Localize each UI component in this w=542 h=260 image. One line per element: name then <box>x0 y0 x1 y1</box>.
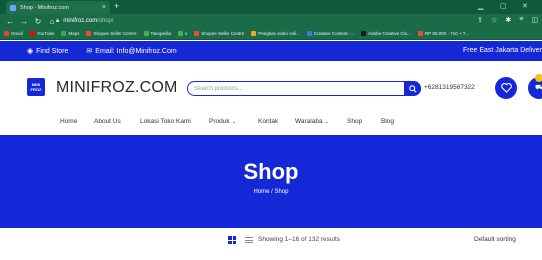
heart-icon <box>500 83 512 93</box>
chevron-down-icon: ⌄ <box>324 119 329 125</box>
bookmark-label: RP 80.000 - 710 + ?... <box>424 31 469 36</box>
bookmark-item[interactable]: Adobe Creative Clo... <box>361 31 411 36</box>
bookmarks-bar: Gmail YouTube Maps Shopee Seller Centre Toko… <box>0 28 542 40</box>
search-button[interactable] <box>404 81 421 96</box>
url-path: /shop/ <box>97 18 114 24</box>
bookmark-favicon-icon <box>61 31 67 36</box>
search-input[interactable] <box>194 83 394 94</box>
nav-waralaba[interactable]: Waralaba ⌄ <box>295 118 329 125</box>
wishlist-button[interactable] <box>495 77 517 99</box>
address-bar[interactable]: 🔒︎ minifroz.com /shop/ <box>56 16 456 26</box>
bookmark-favicon-icon <box>86 31 92 36</box>
maximize-icon[interactable]: ▢ <box>500 2 507 10</box>
nav-waralaba-label: Waralaba <box>295 118 323 125</box>
share-icon[interactable]: ⇪ <box>477 16 483 24</box>
find-store-link[interactable]: ◉ Find Store <box>27 47 69 56</box>
bookmark-favicon-icon <box>251 31 257 36</box>
browser-toolbar: ← → ↻ ⌂ 🔒︎ minifroz.com /shop/ ⇪ ☆ ✱ ≡ ◫ <box>0 14 542 28</box>
cart-icon: ⛟ <box>535 85 542 91</box>
bookmark-label: Adobe Creative Clo... <box>368 31 411 36</box>
grid-view-icon[interactable] <box>228 236 236 244</box>
site-logo-text[interactable]: MINIFROZ.COM <box>56 79 178 97</box>
tab-close-button[interactable]: × <box>102 4 106 11</box>
envelope-icon: ✉ <box>86 48 93 55</box>
logo-icon[interactable]: MINI FROZ <box>27 78 45 96</box>
bookmark-label: Shopee Seller Centre <box>201 31 245 36</box>
site-header: MINI FROZ MINIFROZ.COM +6281319567322 ⛟ <box>0 61 542 115</box>
home-icon[interactable]: ⌂ <box>48 17 56 26</box>
bookmark-favicon-icon <box>143 31 149 36</box>
bookmark-favicon-icon <box>361 31 367 36</box>
bookmark-label: s <box>185 31 188 36</box>
reload-icon[interactable]: ↻ <box>34 17 42 26</box>
bookmark-label: Tokopedia <box>150 31 172 36</box>
back-icon[interactable]: ← <box>6 17 14 26</box>
bookmark-item[interactable]: YouTube <box>29 31 55 36</box>
phone-number[interactable]: +6281319567322 <box>424 84 475 91</box>
bookmark-item[interactable]: Shopee Seller Centre <box>194 31 244 36</box>
bookmark-item[interactable]: Maps <box>61 31 79 36</box>
split-view-icon[interactable]: ◫ <box>531 16 538 24</box>
nav-kontak[interactable]: Kontak <box>258 118 278 125</box>
bookmark-label: Shopee Seller Centre <box>93 31 137 36</box>
bookmark-favicon-icon <box>4 31 9 36</box>
browser-tab[interactable]: Shop - Minifroz.com × <box>6 1 110 14</box>
page-title: Shop <box>243 159 299 184</box>
cart-count-badge <box>535 74 542 82</box>
bookmark-favicon-icon <box>178 31 184 36</box>
bookmark-favicon-icon <box>306 31 312 36</box>
minimize-icon[interactable]: ▁ <box>478 2 483 10</box>
lock-icon: 🔒︎ <box>56 17 60 24</box>
breadcrumb[interactable]: Home / Shop <box>0 189 542 195</box>
shipping-notice: Free East Jakarta Deliver <box>463 47 542 54</box>
bookmark-item[interactable]: Pengkas video onli... <box>251 31 300 36</box>
list-view-icon[interactable] <box>245 236 253 244</box>
close-window-icon[interactable]: ✕ <box>522 2 528 10</box>
bookmark-label: Creative Content -... <box>313 31 355 36</box>
bookmark-favicon-icon <box>194 31 200 36</box>
bookmark-item[interactable]: Creative Content -... <box>306 31 355 36</box>
bookmark-star-icon[interactable]: ☆ <box>491 16 497 24</box>
bookmark-item[interactable]: RP 80.000 - 710 + ?... <box>417 31 469 36</box>
nav-blog[interactable]: Blog <box>381 118 394 125</box>
bookmark-item[interactable]: Gmail <box>4 31 23 36</box>
forward-icon[interactable]: → <box>20 17 28 26</box>
search-icon <box>408 84 417 93</box>
extensions-icon[interactable]: ✱ <box>505 16 511 24</box>
nav-about-us[interactable]: About Us <box>94 118 121 125</box>
email-label: Email: Info@Minifroz.Com <box>95 47 177 55</box>
nav-produk-label: Produk <box>209 118 230 125</box>
bookmark-label: Gmail <box>11 31 23 36</box>
bookmark-favicon-icon <box>29 31 35 36</box>
bookmark-label: YouTube <box>36 31 55 36</box>
new-tab-button[interactable]: + <box>114 1 119 11</box>
favicon-icon <box>10 4 16 11</box>
chevron-down-icon: ⌄ <box>231 119 236 125</box>
bookmark-item[interactable]: s <box>178 31 187 36</box>
nav-lokasi-toko[interactable]: Lokasi Toko Kami <box>140 118 191 125</box>
browser-tabstrip: Shop - Minifroz.com × + ▁ ▢ ✕ <box>0 0 542 14</box>
result-count: Showing 1–16 of 132 results <box>258 236 341 243</box>
reading-list-icon[interactable]: ≡ <box>519 16 523 24</box>
bookmark-item[interactable]: Shopee Seller Centre <box>86 31 137 36</box>
url-host: minifroz.com <box>63 18 98 24</box>
bookmark-label: Maps <box>68 31 80 36</box>
page-hero: Shop Home / Shop <box>0 135 542 228</box>
bookmark-item[interactable]: Tokopedia <box>143 31 172 36</box>
nav-produk[interactable]: Produk ⌄ <box>209 118 236 125</box>
site-topbar: ◉ Find Store ✉ Email: Info@Minifroz.Com … <box>0 41 542 61</box>
location-pin-icon: ◉ <box>27 48 34 55</box>
shop-toolbar: Showing 1–16 of 132 results Default sort… <box>0 228 542 260</box>
bookmark-favicon-icon <box>417 31 423 36</box>
find-store-label: Find Store <box>36 47 69 55</box>
nav-home[interactable]: Home <box>60 118 77 125</box>
search-form <box>187 81 421 96</box>
tab-title: Shop - Minifroz.com <box>20 4 69 11</box>
main-navigation: Home About Us Lokasi Toko Kami Produk ⌄ K… <box>0 115 542 133</box>
sorting-select[interactable]: Default sorting <box>474 236 516 243</box>
bookmark-label: Pengkas video onli... <box>258 31 300 36</box>
email-link[interactable]: ✉ Email: Info@Minifroz.Com <box>86 47 177 56</box>
nav-shop[interactable]: Shop <box>347 118 362 125</box>
